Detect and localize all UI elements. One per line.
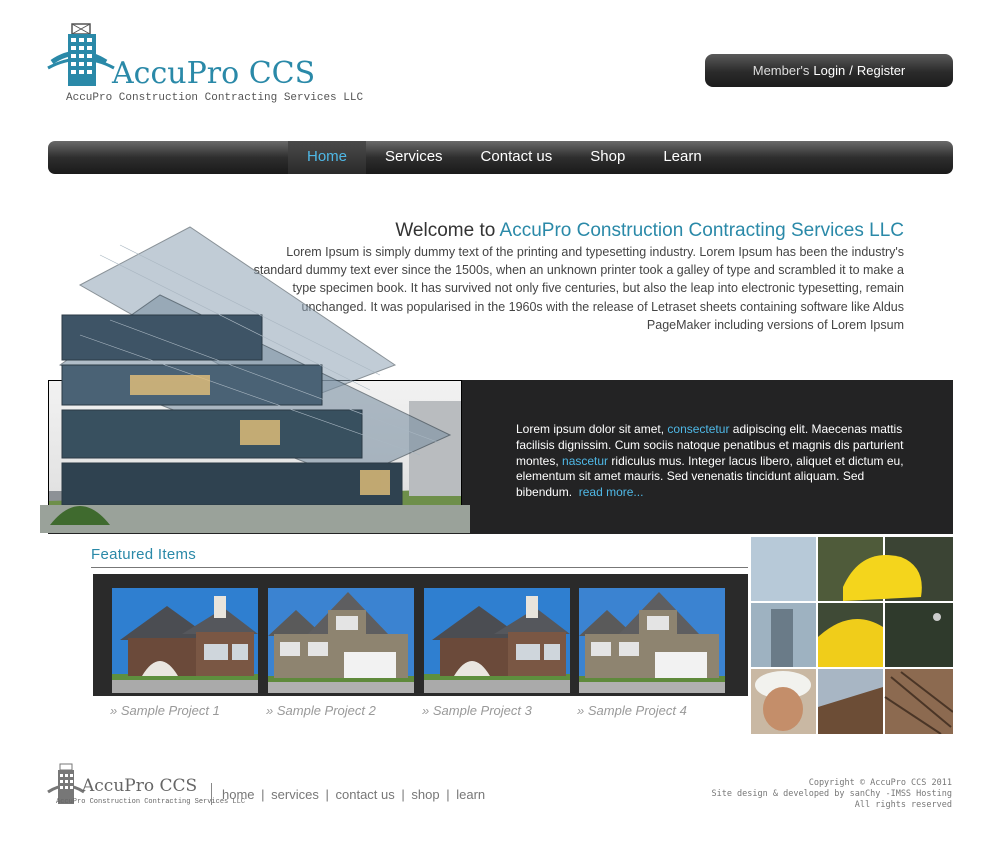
footer-nav: home | services | contact us | shop | le… — [222, 787, 485, 802]
project-thumbnail-3[interactable] — [424, 588, 570, 693]
featured-divider — [91, 567, 748, 568]
house-image — [424, 588, 570, 693]
register-link[interactable]: Register — [857, 63, 905, 78]
footer-logo[interactable]: AccuPro CCS AccuPro Construction Contrac… — [46, 762, 245, 808]
logo[interactable]: AccuPro CCS AccuPro Construction Contrac… — [46, 18, 363, 108]
project-thumbnail-4[interactable] — [579, 588, 725, 693]
project-caption-2[interactable]: » Sample Project 2 — [266, 703, 376, 718]
nav-shop[interactable]: Shop — [571, 141, 644, 174]
chevron-icon: » — [577, 703, 585, 718]
house-image — [579, 588, 725, 693]
nav-home[interactable]: Home — [288, 141, 367, 174]
welcome-title-company: AccuPro Construction Contracting Service… — [499, 220, 904, 241]
credit-text: Site design & developed by sanChy -IMSS … — [711, 789, 952, 799]
nav-contact-us[interactable]: Contact us — [462, 141, 572, 174]
rights-text: All rights reserved — [854, 800, 952, 810]
project-caption-3[interactable]: » Sample Project 3 — [422, 703, 532, 718]
project-caption-label: Sample Project 2 — [276, 703, 376, 718]
read-more-link[interactable]: read more... — [579, 485, 644, 499]
logo-name: AccuPro CCS — [112, 56, 316, 91]
footer-link-contact-us[interactable]: contact us — [336, 787, 395, 802]
footer-logo-tagline: AccuPro Construction Contracting Service… — [56, 798, 246, 806]
promo-text-part: Lorem ipsum dolor sit amet, — [516, 422, 665, 436]
main-nav: Home Services Contact us Shop Learn — [48, 141, 953, 174]
featured-title: Featured Items — [91, 546, 197, 563]
project-thumbnail-2[interactable] — [268, 588, 414, 693]
project-caption-label: Sample Project 1 — [120, 703, 220, 718]
footer-divider — [211, 783, 212, 805]
nascetur-link[interactable]: nascetur — [562, 454, 608, 468]
footer-credits: Copyright © AccuPro CCS 2011 Site design… — [711, 778, 952, 811]
login-link[interactable]: Login — [813, 63, 845, 78]
footer-link-separator: | — [325, 787, 329, 802]
project-caption-4[interactable]: » Sample Project 4 — [577, 703, 687, 718]
chevron-icon: » — [110, 703, 118, 718]
welcome-title: Welcome to AccuPro Construction Contract… — [395, 220, 904, 242]
nav-services[interactable]: Services — [366, 141, 462, 174]
project-thumbnail-1[interactable] — [112, 588, 258, 693]
footer-logo-name: AccuPro CCS — [82, 776, 198, 796]
footer-link-shop[interactable]: shop — [411, 787, 439, 802]
member-label: Member's — [752, 63, 810, 78]
footer-link-separator: | — [401, 787, 405, 802]
house-image — [112, 588, 258, 693]
logo-tagline: AccuPro Construction Contracting Service… — [66, 92, 364, 104]
promo-text: Lorem ipsum dolor sit amet, consectetur … — [516, 422, 906, 501]
footer-link-services[interactable]: services — [271, 787, 319, 802]
member-separator: / — [849, 63, 853, 78]
project-caption-1[interactable]: » Sample Project 1 — [110, 703, 220, 718]
consectetur-link[interactable]: consectetur — [667, 422, 729, 436]
chevron-icon: » — [266, 703, 274, 718]
footer-link-separator: | — [446, 787, 450, 802]
project-caption-label: Sample Project 3 — [432, 703, 532, 718]
member-bar: Member's Login / Register — [705, 54, 953, 87]
house-image — [268, 588, 414, 693]
construction-collage — [751, 537, 953, 734]
chevron-icon: » — [422, 703, 430, 718]
footer-link-separator: | — [261, 787, 265, 802]
nav-learn[interactable]: Learn — [644, 141, 720, 174]
footer-link-home[interactable]: home — [222, 787, 255, 802]
project-caption-label: Sample Project 4 — [587, 703, 687, 718]
copyright-text: Copyright © AccuPro CCS 2011 — [808, 778, 952, 788]
building-logo-icon — [47, 23, 115, 86]
footer-link-learn[interactable]: learn — [456, 787, 485, 802]
building-illustration — [40, 226, 470, 533]
